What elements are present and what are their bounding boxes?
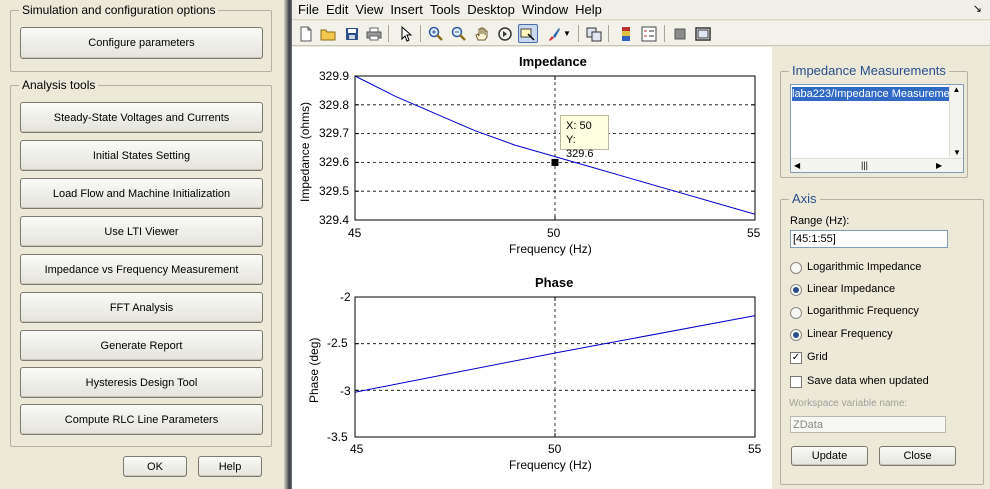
load-flow-button[interactable]: Load Flow and Machine Initialization [20,178,263,209]
help-button[interactable]: Help [198,456,262,477]
tools-panel: Simulation and configuration options Con… [0,0,284,489]
initial-states-button[interactable]: Initial States Setting [20,140,263,171]
list-item[interactable]: laba223/Impedance Measurement [792,87,949,101]
generate-report-button[interactable]: Generate Report [20,330,263,361]
hide-plot-tools-icon[interactable] [670,24,690,43]
select-arrow-icon[interactable] [396,24,416,43]
menu-bar: File Edit View Insert Tools Desktop Wind… [292,0,990,20]
measurements-listbox[interactable]: laba223/Impedance Measurement ▲ ▼ ◀ ||| … [790,84,964,173]
scroll-right-icon[interactable]: ▶ [936,161,942,170]
analysis-tools-title: Analysis tools [19,78,99,92]
save-data-checkbox[interactable] [790,376,802,388]
simulation-options-group: Simulation and configuration options Con… [10,3,272,72]
ok-button[interactable]: OK [123,456,187,477]
toolbar-separator [608,25,609,42]
analysis-tools-group: Analysis tools Steady-State Voltages and… [10,78,272,447]
scroll-down-icon[interactable]: ▼ [950,148,963,157]
simulation-options-title: Simulation and configuration options [19,3,219,17]
axis-group: Axis Range (Hz): [45:1:55] Logarithmic I… [780,192,984,485]
grid-label: Grid [807,351,828,363]
close-button[interactable]: Close [879,446,956,466]
log-impedance-label: Logarithmic Impedance [807,261,922,273]
menu-edit[interactable]: Edit [326,2,348,17]
scroll-thumb[interactable]: ||| [861,160,868,170]
axis-group-title: Axis [789,192,820,206]
linear-frequency-label: Linear Frequency [807,328,893,340]
colorbar-icon[interactable] [616,24,636,43]
open-file-icon[interactable] [318,24,338,43]
log-impedance-radio[interactable] [790,262,802,274]
log-frequency-radio[interactable] [790,307,802,319]
menu-tools[interactable]: Tools [430,2,460,17]
rotate-3d-icon[interactable] [495,24,515,43]
linear-frequency-radio[interactable] [790,329,802,341]
range-input[interactable]: [45:1:55] [790,230,948,248]
compute-rlc-button[interactable]: Compute RLC Line Parameters [20,404,263,435]
show-plot-tools-icon[interactable] [693,24,713,43]
log-frequency-label: Logarithmic Frequency [807,305,919,317]
save-data-label: Save data when updated [807,375,929,387]
configure-parameters-button[interactable]: Configure parameters [20,27,263,59]
right-panel: Impedance Measurements laba223/Impedance… [772,47,990,489]
update-button[interactable]: Update [791,446,868,466]
vertical-scrollbar[interactable]: ▲ ▼ [949,85,963,159]
workspace-variable-input[interactable]: ZData [790,416,946,433]
steady-state-button[interactable]: Steady-State Voltages and Currents [20,102,263,133]
toolbar-separator [420,25,421,42]
impedance-measurements-group: Impedance Measurements laba223/Impedance… [780,64,968,178]
menu-insert[interactable]: Insert [390,2,423,17]
dock-arrow-icon[interactable]: ↘ [973,2,982,15]
hysteresis-design-button[interactable]: Hysteresis Design Tool [20,367,263,398]
link-plot-icon[interactable] [584,24,604,43]
datatip-x: X: 50 [566,120,592,132]
menu-file[interactable]: File [298,2,319,17]
grid-checkbox[interactable]: ✓ [790,352,802,364]
zoom-in-icon[interactable] [426,24,446,43]
linear-impedance-radio[interactable] [790,284,802,296]
menu-desktop[interactable]: Desktop [467,2,515,17]
range-label: Range (Hz): [790,215,850,227]
lti-viewer-button[interactable]: Use LTI Viewer [20,216,263,247]
impedance-measurements-title: Impedance Measurements [789,64,949,78]
figure-window: File Edit View Insert Tools Desktop Wind… [292,0,990,489]
figure-toolbar: ▼ [292,21,990,46]
menu-window[interactable]: Window [522,2,568,17]
toolbar-separator [388,25,389,42]
pan-hand-icon[interactable] [472,24,492,43]
plots-canvas[interactable] [292,47,772,489]
impedance-frequency-button[interactable]: Impedance vs Frequency Measurement [20,254,263,285]
plot-area: Impedance Impedance (ohms) 329.9 329.8 3… [292,47,772,489]
scroll-left-icon[interactable]: ◀ [794,161,800,170]
legend-icon[interactable] [639,24,659,43]
zoom-out-icon[interactable] [449,24,469,43]
brush-icon[interactable] [544,24,564,43]
new-figure-icon[interactable] [296,24,316,43]
menu-help[interactable]: Help [575,2,602,17]
scroll-up-icon[interactable]: ▲ [950,85,963,94]
toolbar-separator [578,25,579,42]
linear-impedance-label: Linear Impedance [807,283,896,295]
datatip[interactable]: X: 50 Y: 329.6 [560,115,609,160]
print-icon[interactable] [364,24,384,43]
menu-view[interactable]: View [355,2,383,17]
save-icon[interactable] [342,24,362,43]
datatip-marker [551,158,559,166]
fft-analysis-button[interactable]: FFT Analysis [20,292,263,323]
datatip-y: Y: 329.6 [566,134,594,160]
toolbar-separator [664,25,665,42]
data-cursor-icon[interactable] [518,24,538,43]
horizontal-scrollbar[interactable]: ◀ ||| ▶ [791,158,963,172]
chevron-down-icon[interactable]: ▼ [562,24,572,43]
window-separator [284,0,292,489]
workspace-variable-label: Workspace variable name: [789,398,908,409]
